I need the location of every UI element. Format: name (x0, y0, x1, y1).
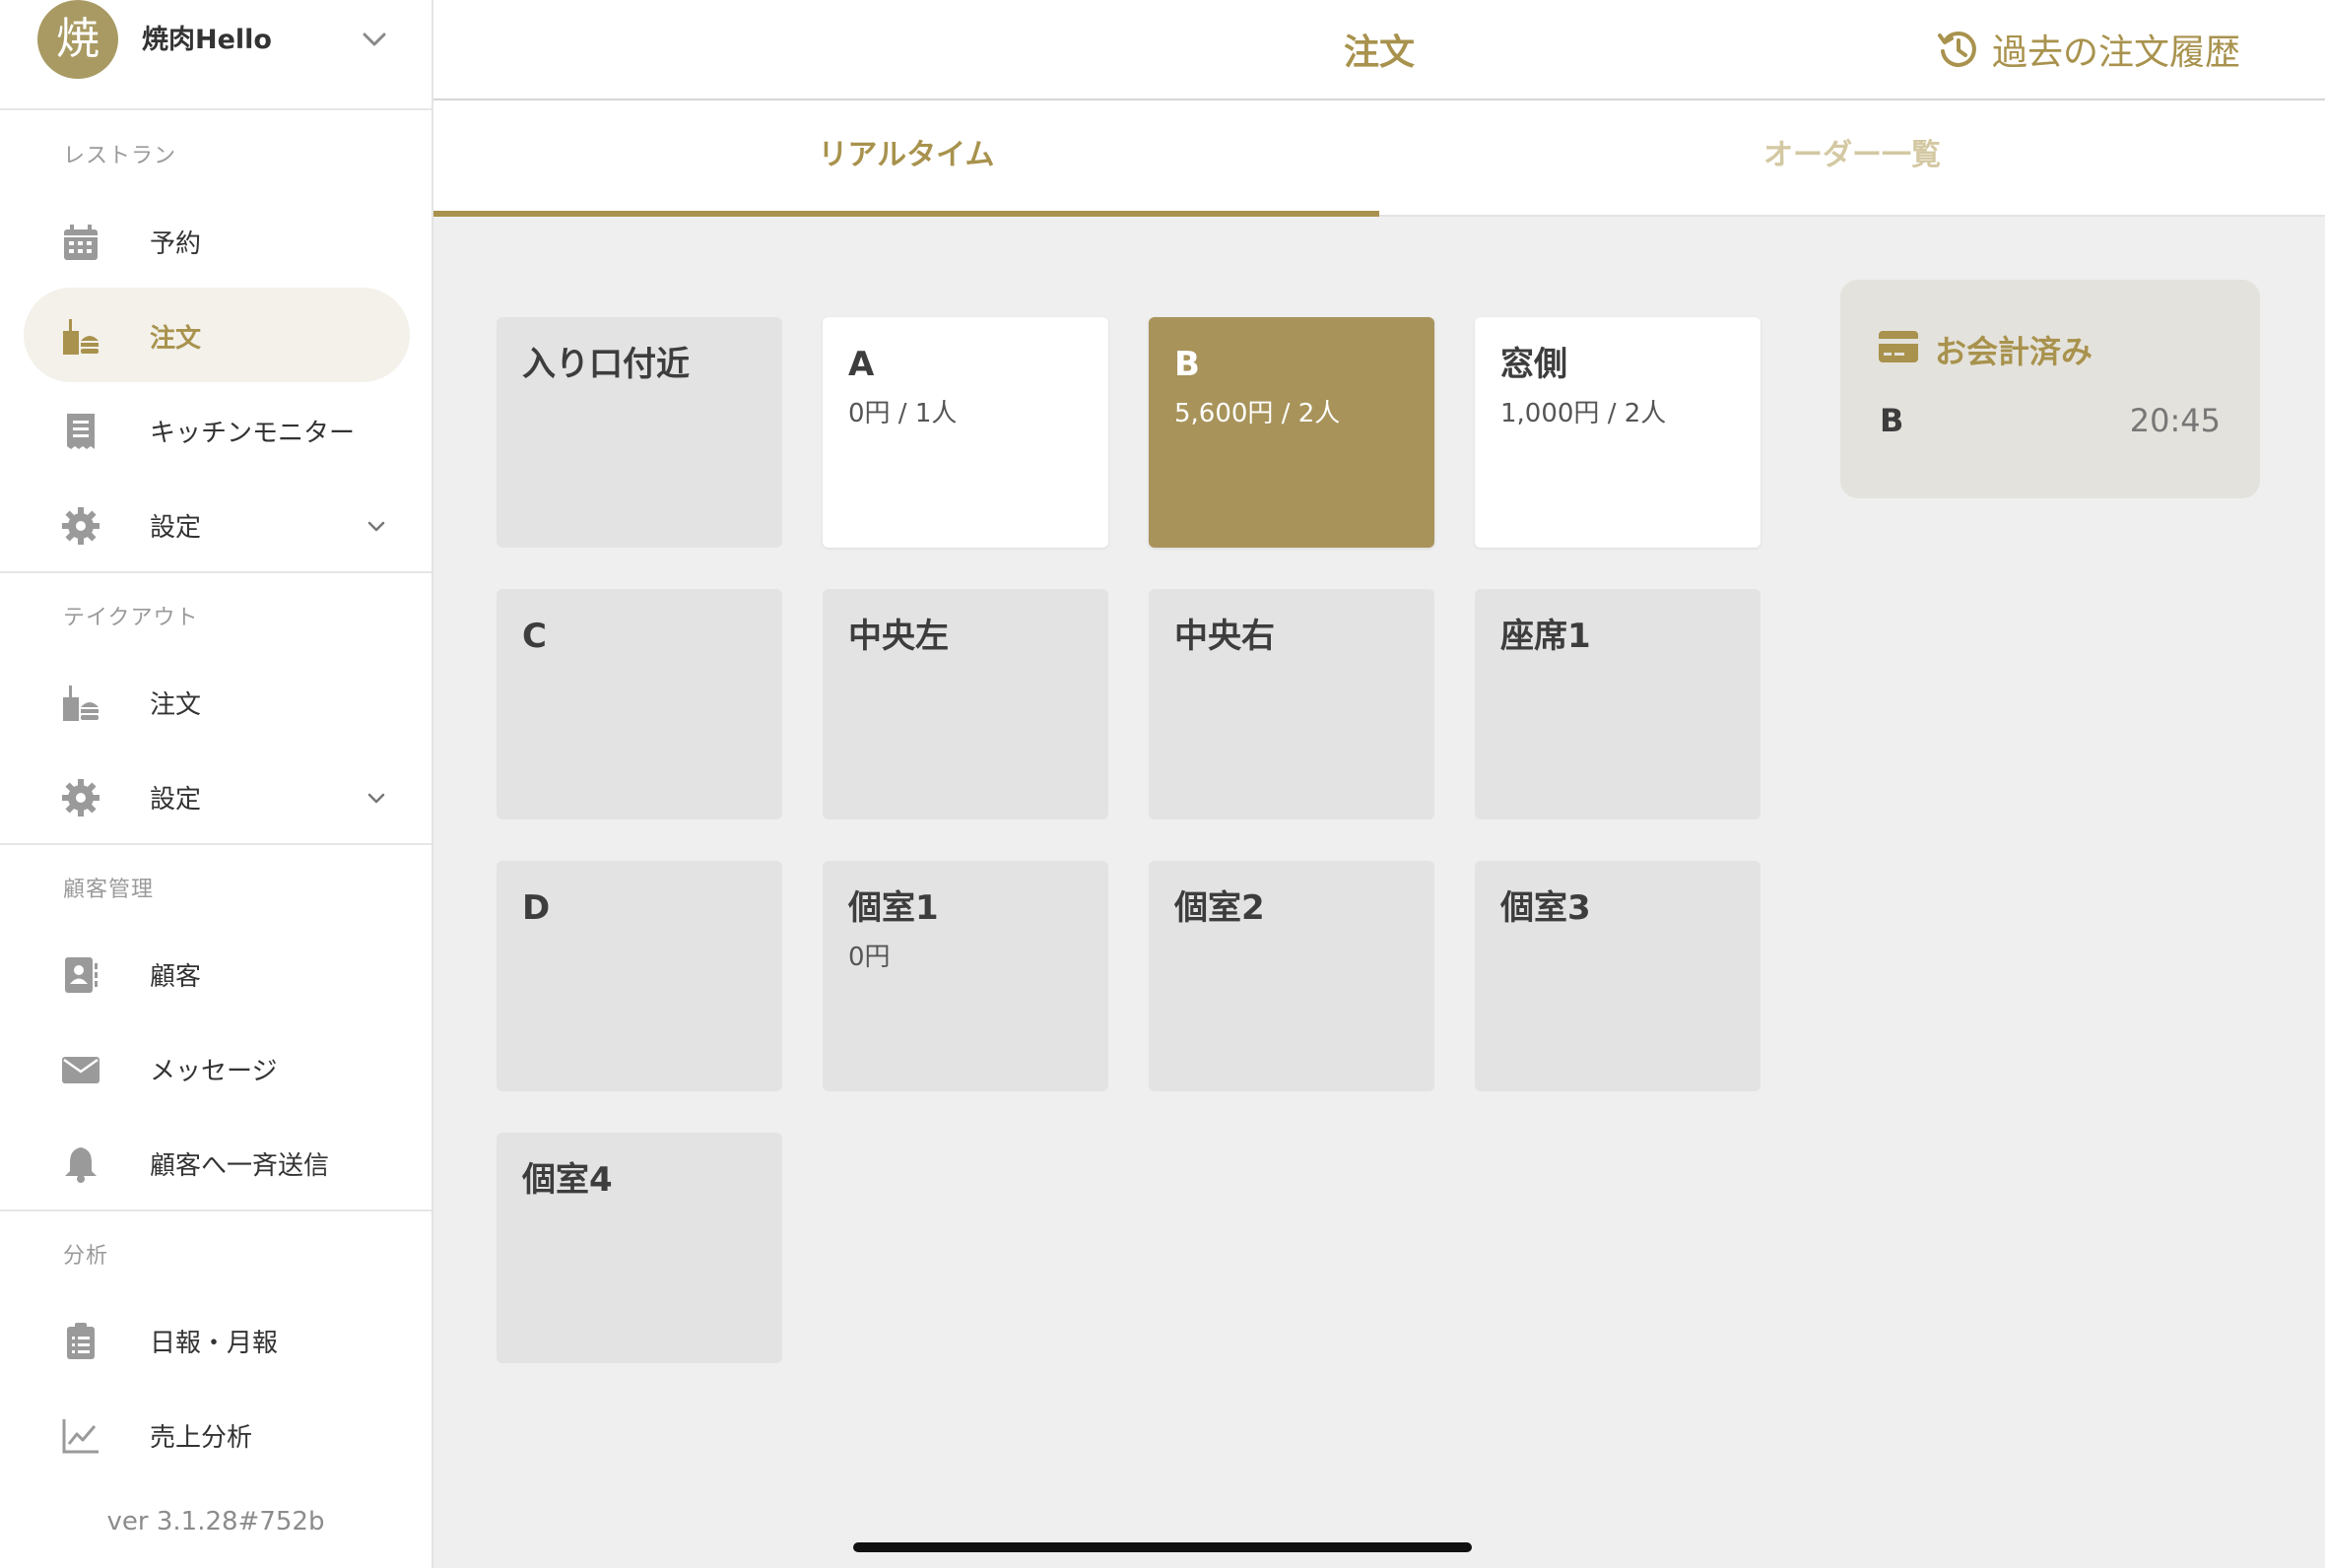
gear-icon (62, 779, 100, 817)
section-label-analytics: 分析 (63, 1244, 109, 1269)
table-name: 個室4 (522, 1160, 613, 1200)
tab-realtime[interactable]: リアルタイム (433, 100, 1379, 217)
sidebar-item-reservation[interactable]: 予約 (24, 193, 410, 288)
divider (0, 843, 432, 845)
section-label-takeout: テイクアウト (63, 606, 199, 630)
table-card[interactable]: C (497, 589, 782, 819)
order-history-label: 過去の注文履歴 (1992, 33, 2241, 73)
divider (0, 571, 432, 573)
sidebar-item-sales[interactable]: 売上分析 (24, 1387, 410, 1481)
order-history-button[interactable]: 過去の注文履歴 (1937, 24, 2240, 75)
tab-order-list[interactable]: オーダー一覧 (1379, 100, 2325, 217)
paid-order-time: 20:45 (2129, 402, 2221, 439)
table-name: 入り口付近 (522, 345, 690, 384)
paid-orders-panel: お会計済み B 20:45 (1840, 280, 2260, 498)
table-card[interactable]: 中央左 (823, 589, 1108, 819)
sidebar-item-label: 日報・月報 (150, 1329, 279, 1358)
table-name: 個室2 (1174, 888, 1265, 928)
paid-panel-title: お会計済み (1935, 333, 2093, 370)
table-card[interactable]: 個室4 (497, 1133, 782, 1363)
sidebar-item-reports[interactable]: 日報・月報 (24, 1292, 410, 1387)
table-name: 個室1 (848, 888, 939, 928)
avatar: 焼 (37, 0, 118, 79)
sidebar-item-messages[interactable]: メッセージ (24, 1020, 410, 1115)
paid-order-table: B (1880, 402, 1904, 439)
table-card[interactable]: 個室3 (1475, 861, 1760, 1091)
section-label-crm: 顧客管理 (63, 878, 155, 902)
active-tab-indicator (433, 211, 1379, 217)
table-card[interactable]: 個室1 0円 (823, 861, 1108, 1091)
sidebar-item-kitchen-monitor[interactable]: キッチンモニター (24, 382, 410, 477)
page-header: 注文 過去の注文履歴 (433, 0, 2325, 100)
sidebar-item-label: メッセージ (150, 1057, 278, 1086)
line-chart-icon (62, 1419, 99, 1454)
table-info: 5,600円 / 2人 (1174, 399, 1341, 428)
divider (0, 1209, 432, 1211)
table-card[interactable]: 窓側 1,000円 / 2人 (1475, 317, 1760, 548)
table-card-selected[interactable]: B 5,600円 / 2人 (1149, 317, 1434, 548)
sidebar-item-label: 注文 (150, 324, 202, 354)
sidebar-item-label: 顧客へ一斉送信 (150, 1151, 330, 1181)
sidebar-item-label: 顧客 (150, 962, 202, 992)
clipboard-icon (67, 1323, 95, 1359)
sidebar-item-label: 注文 (150, 690, 202, 720)
table-card[interactable]: 中央右 (1149, 589, 1434, 819)
gear-icon (62, 507, 100, 545)
bell-icon (65, 1147, 97, 1183)
chevron-down-icon (367, 793, 385, 804)
calendar-icon (64, 225, 98, 260)
sidebar-item-takeout-settings[interactable]: 設定 (24, 749, 410, 843)
home-indicator (853, 1542, 1472, 1552)
history-icon (1938, 31, 1976, 67)
sidebar-item-label: 設定 (150, 785, 202, 815)
table-name: B (1174, 345, 1200, 384)
table-card[interactable]: A 0円 / 1人 (823, 317, 1108, 548)
sidebar-item-settings[interactable]: 設定 (24, 477, 410, 571)
table-name: 窓側 (1500, 345, 1567, 384)
app-version: ver 3.1.28#752b (106, 1507, 325, 1536)
food-order-icon (63, 686, 99, 721)
sidebar-item-broadcast[interactable]: 顧客へ一斉送信 (24, 1115, 410, 1209)
table-info: 0円 / 1人 (848, 399, 958, 428)
chevron-down-icon (367, 521, 385, 532)
envelope-icon (62, 1057, 100, 1083)
sidebar-item-label: 予約 (150, 229, 202, 259)
table-card[interactable]: 座席1 (1475, 589, 1760, 819)
table-info: 0円 (848, 943, 891, 972)
table-card[interactable]: D (497, 861, 782, 1091)
sidebar-item-takeout-order[interactable]: 注文 (24, 654, 410, 749)
table-name: A (848, 345, 875, 384)
table-card[interactable]: 入り口付近 (497, 317, 782, 548)
app: 焼 焼肉Hello レストラン 予約 注文 キッチンモニター 設定 テイクアウト… (0, 0, 2325, 1568)
sidebar-item-customers[interactable]: 顧客 (24, 926, 410, 1020)
chevron-down-icon[interactable] (359, 24, 390, 55)
table-card[interactable]: 個室2 (1149, 861, 1434, 1091)
table-name: 中央左 (848, 617, 949, 656)
receipt-icon (67, 414, 95, 449)
food-order-icon (63, 319, 99, 355)
credit-card-icon (1879, 331, 1918, 362)
table-name: 中央右 (1174, 617, 1275, 656)
tab-bar: リアルタイム オーダー一覧 (433, 100, 2325, 217)
store-switcher[interactable]: 焼 焼肉Hello (0, 0, 432, 110)
table-name: 座席1 (1500, 617, 1591, 656)
shop-name: 焼肉Hello (142, 25, 272, 55)
sidebar: 焼 焼肉Hello レストラン 予約 注文 キッチンモニター 設定 テイクアウト… (0, 0, 433, 1568)
table-name: D (522, 888, 551, 928)
sidebar-item-order[interactable]: 注文 (24, 288, 410, 382)
table-name: 個室3 (1500, 888, 1591, 928)
section-label-restaurant: レストラン (63, 144, 177, 168)
contact-book-icon (65, 957, 98, 993)
sidebar-item-label: キッチンモニター (150, 419, 356, 448)
sidebar-item-label: 売上分析 (150, 1423, 253, 1453)
sidebar-item-label: 設定 (150, 513, 202, 543)
table-info: 1,000円 / 2人 (1500, 399, 1667, 428)
table-name: C (522, 617, 547, 656)
